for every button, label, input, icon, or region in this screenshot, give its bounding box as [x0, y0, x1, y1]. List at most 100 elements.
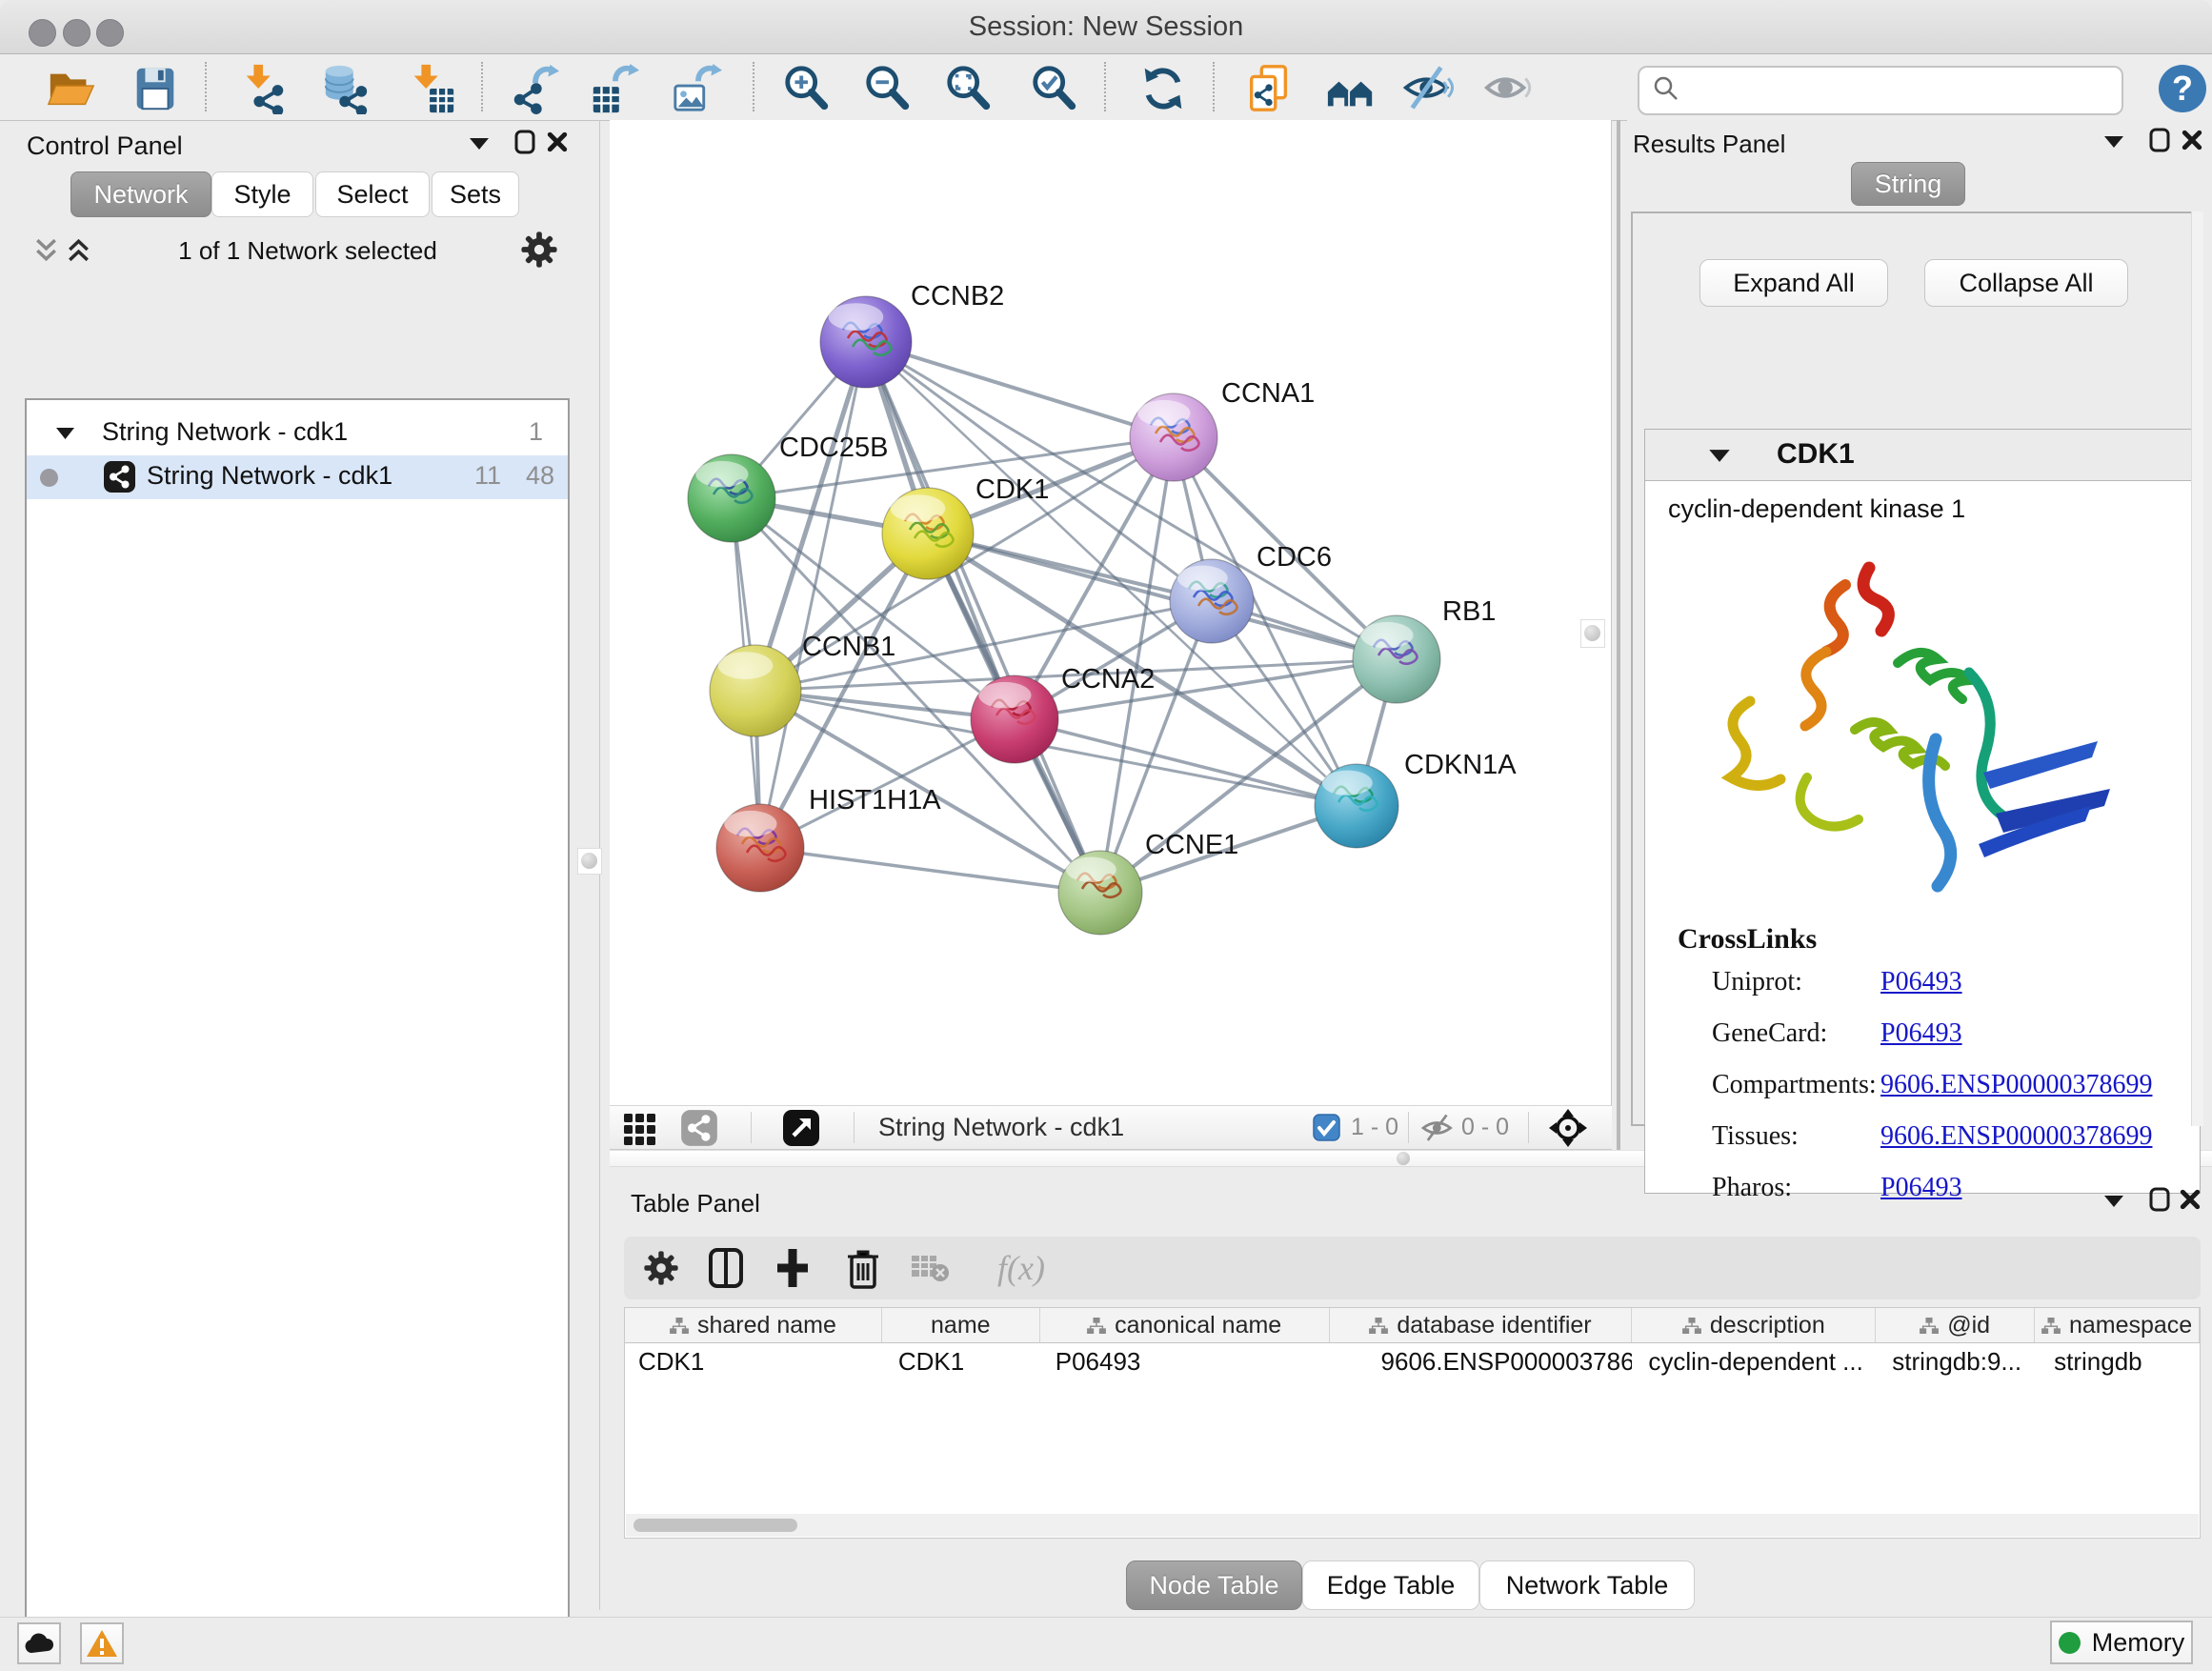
table-cell[interactable]: P06493 — [1040, 1342, 1330, 1380]
table-cell[interactable]: cyclin-dependent ... — [1632, 1342, 1876, 1380]
crosslink-link[interactable]: 9606.ENSP00000378699 — [1880, 1070, 2152, 1100]
network-edge[interactable] — [760, 848, 1100, 893]
zoom-out-icon[interactable] — [860, 61, 915, 116]
network-view[interactable]: CCNB2CCNA1CDC25BCDK1CDC6RB1CCNB1CCNA2CDK… — [610, 120, 1612, 1105]
tab-string[interactable]: String — [1851, 162, 1965, 206]
window-close-light[interactable] — [29, 19, 56, 47]
table-cell[interactable]: 9606.ENSP00000378699 — [1330, 1342, 1633, 1380]
section-collapse-icon[interactable] — [1708, 449, 1731, 463]
column-header-namespace[interactable]: namespace — [2035, 1308, 2200, 1342]
tab-select[interactable]: Select — [315, 171, 430, 217]
panel-divider[interactable] — [1617, 120, 1620, 1150]
export-image-icon[interactable] — [669, 61, 724, 116]
tab-style[interactable]: Style — [211, 171, 313, 217]
expand-all-button[interactable]: Expand All — [1699, 259, 1888, 307]
open-in-window-icon[interactable] — [781, 1106, 821, 1149]
column-header-databaseidentifier[interactable]: database identifier — [1330, 1308, 1633, 1342]
table-panel-menu-icon[interactable] — [2103, 1195, 2124, 1208]
network-node-ccna1[interactable]: CCNA1 — [1130, 378, 1315, 481]
table-row[interactable]: CDK1CDK1P064939606.ENSP00000378699cyclin… — [625, 1342, 2200, 1380]
table-hscrollbar[interactable] — [626, 1514, 2199, 1537]
search-input[interactable] — [1689, 75, 2122, 107]
collapse-all-tree-icon[interactable] — [34, 238, 58, 262]
results-panel-float-icon[interactable] — [2149, 128, 2170, 152]
column-header-description[interactable]: description — [1632, 1308, 1876, 1342]
function-builder-icon[interactable]: f(x) — [978, 1244, 1064, 1292]
new-network-from-selection-icon[interactable] — [1241, 61, 1297, 116]
table-cell[interactable]: stringdb — [2035, 1342, 2200, 1380]
protein-section-header[interactable]: CDK1 — [1645, 430, 2200, 481]
first-neighbors-icon[interactable] — [1323, 61, 1378, 116]
network-node-cdc6[interactable]: CDC6 — [1170, 542, 1332, 643]
tab-sets[interactable]: Sets — [432, 171, 519, 217]
gear-icon[interactable] — [520, 231, 558, 269]
table-cell[interactable]: stringdb:9... — [1876, 1342, 2035, 1380]
collapse-all-button[interactable]: Collapse All — [1924, 259, 2128, 307]
export-network-icon[interactable] — [506, 61, 561, 116]
cloud-button[interactable] — [17, 1622, 61, 1664]
table-panel-close-icon[interactable] — [2180, 1189, 2201, 1210]
export-table-icon[interactable] — [586, 61, 641, 116]
network-node-rb1[interactable]: RB1 — [1353, 596, 1496, 703]
crosslink-link[interactable]: P06493 — [1880, 1018, 1962, 1049]
delete-table-icon[interactable] — [906, 1244, 954, 1292]
tab-network[interactable]: Network — [70, 171, 211, 217]
results-panel-menu-icon[interactable] — [2103, 135, 2124, 149]
column-header-id[interactable]: @id — [1876, 1308, 2035, 1342]
column-header-canonicalname[interactable]: canonical name — [1040, 1308, 1330, 1342]
delete-column-icon[interactable] — [839, 1244, 887, 1292]
window-minimize-light[interactable] — [63, 19, 90, 47]
control-panel-menu-icon[interactable] — [469, 137, 490, 151]
import-network-file-icon[interactable] — [236, 61, 292, 116]
results-panel-close-icon[interactable] — [2182, 130, 2202, 151]
network-edge[interactable] — [760, 342, 866, 848]
warning-button[interactable] — [80, 1622, 124, 1664]
show-all-icon[interactable] — [1481, 61, 1537, 116]
crosslink-link[interactable]: P06493 — [1880, 967, 1962, 997]
tab-network-table[interactable]: Network Table — [1479, 1560, 1695, 1610]
network-node-ccne1[interactable]: CCNE1 — [1058, 830, 1238, 935]
hidden-eye-icon[interactable] — [1419, 1106, 1456, 1149]
show-columns-icon[interactable] — [702, 1244, 750, 1292]
save-session-icon[interactable] — [128, 61, 183, 116]
network-share-icon[interactable] — [680, 1106, 718, 1149]
network-edge[interactable] — [866, 342, 1174, 437]
open-session-icon[interactable] — [44, 61, 99, 116]
search-field[interactable] — [1638, 66, 2123, 115]
zoom-fit-content-icon[interactable] — [941, 61, 996, 116]
tab-edge-table[interactable]: Edge Table — [1302, 1560, 1479, 1610]
network-node-ccnb2[interactable]: CCNB2 — [820, 281, 1004, 388]
network-node-hist1h1a[interactable]: HIST1H1A — [716, 785, 941, 892]
table-panel-float-icon[interactable] — [2149, 1187, 2170, 1212]
network-row-selected[interactable]: String Network - cdk1 11 48 — [27, 455, 568, 499]
memory-button[interactable]: Memory — [2050, 1621, 2193, 1664]
left-splitter-handle[interactable] — [577, 848, 602, 875]
grid-view-icon[interactable] — [619, 1106, 661, 1149]
column-header-name[interactable]: name — [882, 1308, 1040, 1342]
import-network-database-icon[interactable] — [318, 61, 373, 116]
table-cell[interactable]: CDK1 — [625, 1342, 882, 1380]
network-node-cdkn1a[interactable]: CDKN1A — [1315, 750, 1517, 848]
create-column-icon[interactable] — [769, 1244, 816, 1292]
apply-layout-icon[interactable] — [1136, 61, 1191, 116]
zoom-in-icon[interactable] — [779, 61, 835, 116]
birdseye-toggle-icon[interactable] — [1547, 1106, 1589, 1149]
zoom-selected-icon[interactable] — [1027, 61, 1082, 116]
tree-expand-icon[interactable] — [55, 427, 75, 440]
hide-selected-icon[interactable] — [1400, 61, 1456, 116]
network-collection-row[interactable]: String Network - cdk1 1 — [27, 412, 568, 455]
tab-node-table[interactable]: Node Table — [1126, 1560, 1302, 1610]
network-canvas[interactable]: CCNB2CCNA1CDC25BCDK1CDC6RB1CCNB1CCNA2CDK… — [610, 120, 1610, 1103]
control-panel-close-icon[interactable] — [547, 131, 568, 152]
results-scrollbar[interactable] — [2191, 211, 2203, 1126]
column-header-sharedname[interactable]: shared name — [625, 1308, 882, 1342]
table-cell[interactable]: CDK1 — [882, 1342, 1040, 1380]
hscroll-thumb[interactable] — [633, 1519, 797, 1532]
right-splitter-handle[interactable] — [1580, 619, 1605, 648]
selected-checkbox-icon[interactable] — [1313, 1106, 1340, 1149]
table-gear-icon[interactable] — [637, 1244, 685, 1292]
help-icon[interactable]: ? — [2155, 61, 2210, 116]
window-zoom-light[interactable] — [96, 19, 124, 47]
expand-all-tree-icon[interactable] — [67, 238, 90, 262]
network-node-cdc25b[interactable]: CDC25B — [688, 433, 888, 542]
